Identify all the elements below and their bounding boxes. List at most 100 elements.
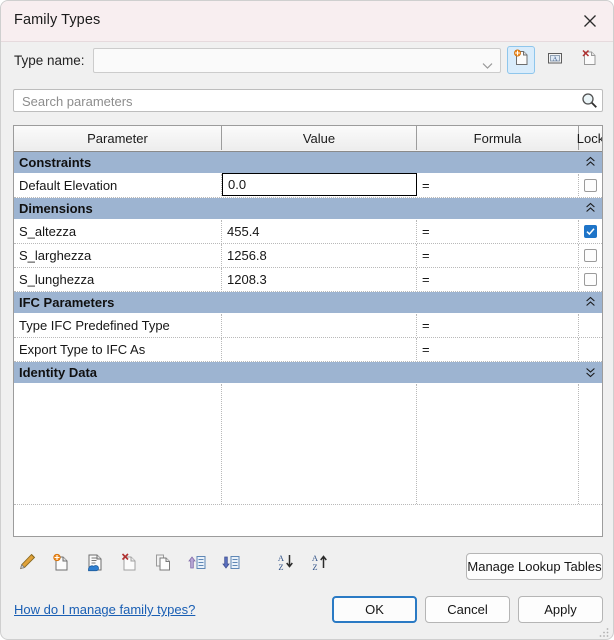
resize-grip[interactable] bbox=[598, 625, 610, 637]
chevron-up-icon[interactable] bbox=[585, 295, 596, 313]
family-types-dialog: Family Types Type name: A Search paramet… bbox=[0, 0, 614, 640]
chevron-down-icon[interactable] bbox=[585, 365, 596, 383]
cell-value[interactable]: 1208.3 bbox=[222, 268, 417, 290]
cell-value[interactable]: 0.0 bbox=[222, 173, 417, 196]
search-input[interactable] bbox=[20, 90, 574, 113]
new-type-button[interactable] bbox=[507, 46, 535, 74]
cell-value[interactable]: 1256.8 bbox=[222, 244, 417, 266]
apply-button[interactable]: Apply bbox=[518, 596, 603, 623]
cell-formula[interactable]: = bbox=[417, 314, 579, 336]
new-document-icon bbox=[511, 48, 531, 73]
chevron-down-icon bbox=[482, 57, 493, 75]
remove-parameter-button[interactable] bbox=[115, 549, 143, 579]
type-name-combobox[interactable] bbox=[93, 48, 501, 73]
cell-lock bbox=[579, 338, 602, 360]
help-link[interactable]: How do I manage family types? bbox=[14, 602, 195, 617]
lock-checkbox[interactable] bbox=[584, 178, 597, 192]
cell-value[interactable] bbox=[222, 338, 417, 360]
table-row[interactable]: S_lunghezza 1208.3 = bbox=[14, 268, 602, 292]
table-header-row: Parameter Value Formula Lock bbox=[14, 126, 602, 152]
type-name-row: Type name: A bbox=[1, 41, 613, 83]
duplicate-parameter-button[interactable] bbox=[149, 549, 177, 579]
cell-formula[interactable]: = bbox=[417, 268, 579, 290]
cell-formula[interactable]: = bbox=[417, 220, 579, 242]
remove-parameter-icon bbox=[118, 551, 140, 578]
column-header-value[interactable]: Value bbox=[222, 126, 417, 150]
table-row[interactable]: S_larghezza 1256.8 = bbox=[14, 244, 602, 268]
group-header-ifc-parameters[interactable]: IFC Parameters bbox=[14, 292, 602, 314]
table-row[interactable]: S_altezza 455.4 = bbox=[14, 220, 602, 244]
move-parameter-down-button[interactable] bbox=[217, 549, 245, 579]
cell-value[interactable] bbox=[222, 314, 417, 336]
new-parameter-icon bbox=[50, 551, 72, 578]
cell-parameter[interactable]: S_altezza bbox=[14, 220, 222, 242]
rename-icon: A bbox=[545, 48, 565, 73]
cell-parameter[interactable]: S_larghezza bbox=[14, 244, 222, 266]
cell-formula[interactable]: = bbox=[417, 244, 579, 266]
manage-shared-params-button[interactable] bbox=[81, 549, 109, 579]
sort-ascending-button[interactable]: A Z bbox=[271, 549, 299, 579]
table-empty-area bbox=[14, 384, 602, 504]
cell-parameter[interactable]: Type IFC Predefined Type bbox=[14, 314, 222, 336]
parameter-toolbar: A Z A Z bbox=[13, 549, 353, 583]
column-header-parameter[interactable]: Parameter bbox=[14, 126, 222, 150]
delete-document-icon bbox=[579, 48, 599, 73]
chevron-up-icon[interactable] bbox=[585, 201, 596, 219]
edit-parameter-button[interactable] bbox=[13, 549, 41, 579]
cell-lock bbox=[579, 314, 602, 336]
cell-formula[interactable]: = bbox=[417, 338, 579, 360]
close-button[interactable] bbox=[567, 1, 613, 40]
cell-lock[interactable] bbox=[579, 244, 602, 266]
column-header-lock[interactable]: Lock bbox=[577, 126, 602, 150]
move-parameter-up-button[interactable] bbox=[183, 549, 211, 579]
cell-lock[interactable] bbox=[579, 174, 602, 196]
sort-descending-icon: A Z bbox=[308, 551, 330, 578]
group-label: Identity Data bbox=[19, 365, 98, 380]
table-row[interactable]: Type IFC Predefined Type = bbox=[14, 314, 602, 338]
search-parameters-field[interactable] bbox=[13, 89, 603, 114]
rename-type-button[interactable]: A bbox=[541, 46, 569, 74]
group-header-dimensions[interactable]: Dimensions bbox=[14, 198, 602, 220]
ok-button[interactable]: OK bbox=[332, 596, 417, 623]
search-icon[interactable] bbox=[581, 92, 598, 114]
empty-cell-lock bbox=[579, 384, 602, 504]
column-header-formula[interactable]: Formula bbox=[417, 126, 579, 150]
svg-text:A: A bbox=[553, 55, 558, 62]
group-label: Constraints bbox=[19, 155, 92, 170]
sort-ascending-icon: A Z bbox=[274, 551, 296, 578]
move-down-icon bbox=[220, 551, 242, 578]
cell-formula[interactable]: = bbox=[417, 174, 579, 196]
cancel-button[interactable]: Cancel bbox=[425, 596, 510, 623]
move-up-icon bbox=[186, 551, 208, 578]
cell-lock[interactable] bbox=[579, 220, 602, 242]
cell-parameter[interactable]: Default Elevation bbox=[14, 174, 222, 196]
cell-value[interactable]: 455.4 bbox=[222, 220, 417, 242]
lock-checkbox[interactable] bbox=[584, 224, 597, 238]
dialog-title: Family Types bbox=[14, 12, 101, 28]
group-label: Dimensions bbox=[19, 201, 93, 216]
group-header-identity-data[interactable]: Identity Data bbox=[14, 362, 602, 384]
table-bottom-divider bbox=[14, 504, 602, 505]
duplicate-icon bbox=[152, 551, 174, 578]
chevron-up-icon[interactable] bbox=[585, 155, 596, 173]
lock-checkbox[interactable] bbox=[584, 272, 597, 286]
empty-cell-value bbox=[222, 384, 417, 504]
manage-lookup-tables-button[interactable]: Manage Lookup Tables bbox=[466, 553, 603, 580]
close-icon bbox=[583, 14, 597, 28]
new-parameter-button[interactable] bbox=[47, 549, 75, 579]
table-row[interactable]: Export Type to IFC As = bbox=[14, 338, 602, 362]
cell-parameter[interactable]: S_lunghezza bbox=[14, 268, 222, 290]
parameters-table: Parameter Value Formula Lock Constraints… bbox=[13, 125, 603, 537]
svg-text:Z: Z bbox=[278, 562, 283, 572]
pencil-icon bbox=[16, 551, 38, 578]
sort-descending-button[interactable]: A Z bbox=[305, 549, 333, 579]
empty-cell-formula bbox=[417, 384, 579, 504]
cell-parameter[interactable]: Export Type to IFC As bbox=[14, 338, 222, 360]
dialog-titlebar: Family Types bbox=[1, 1, 613, 42]
cell-lock[interactable] bbox=[579, 268, 602, 290]
table-row[interactable]: Default Elevation 0.0 = bbox=[14, 173, 602, 198]
group-header-constraints[interactable]: Constraints bbox=[14, 152, 602, 174]
lock-checkbox[interactable] bbox=[584, 248, 597, 262]
delete-type-button[interactable] bbox=[575, 46, 603, 74]
svg-text:Z: Z bbox=[312, 562, 317, 572]
